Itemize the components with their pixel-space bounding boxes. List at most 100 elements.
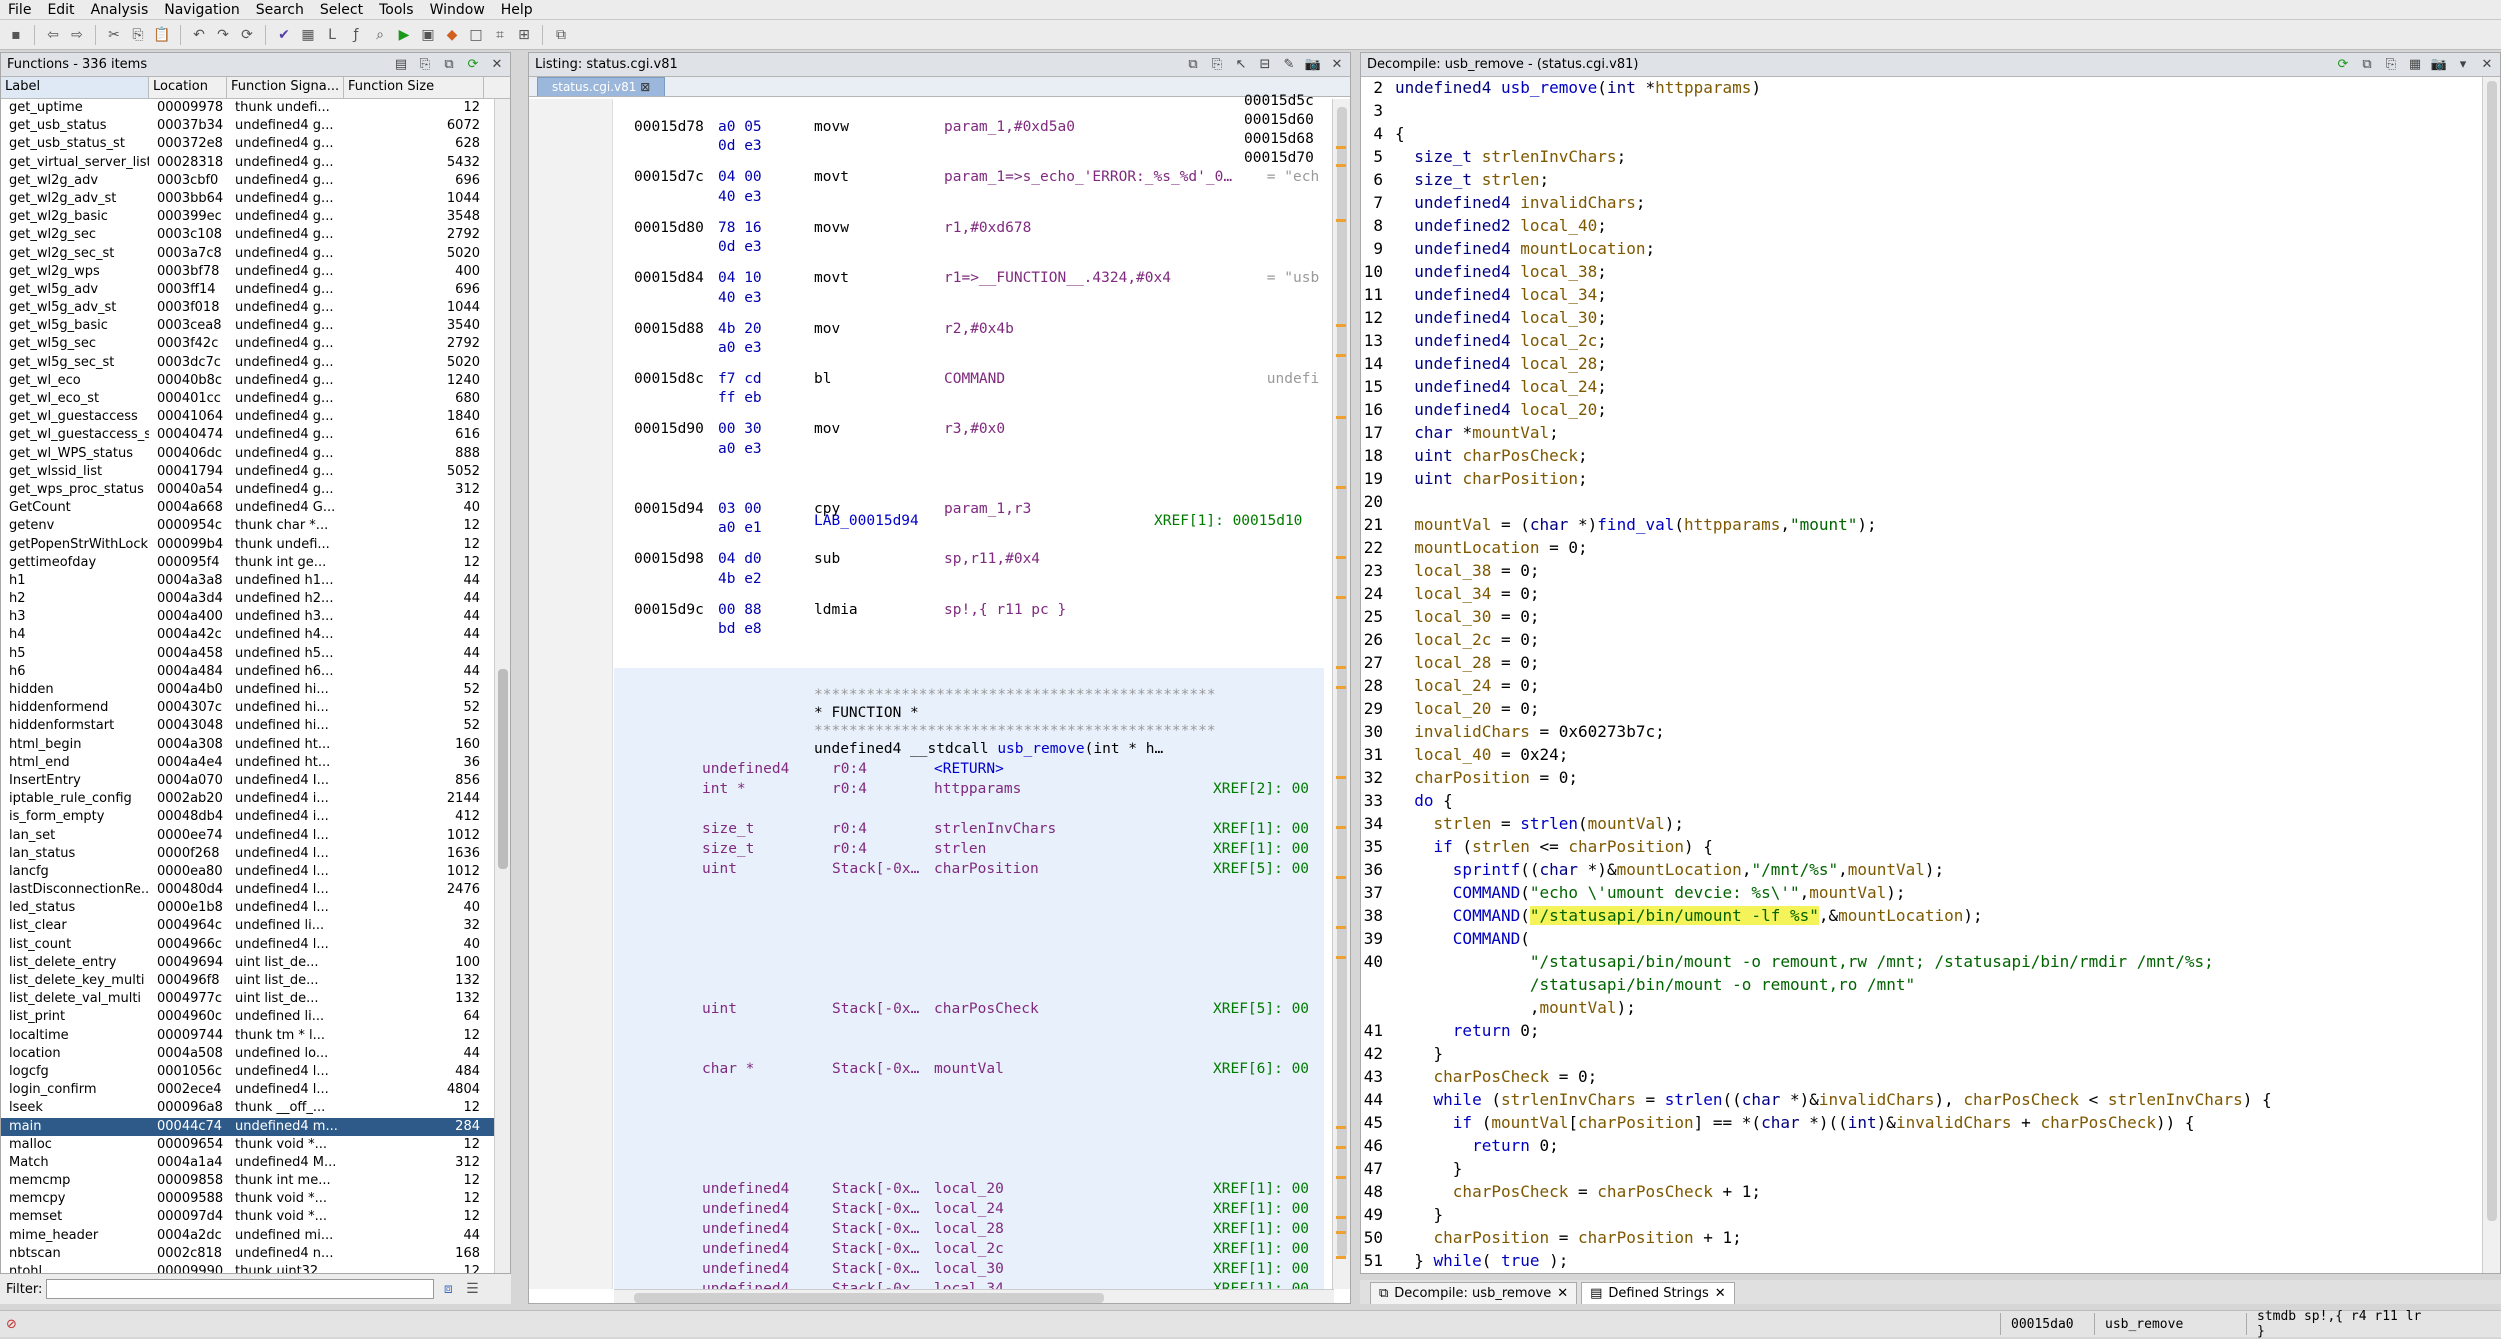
table-row[interactable]: get_virtual_server_list 00028318 undefined… (1, 154, 495, 172)
tree-icon[interactable]: ⊞ (514, 25, 534, 45)
export-icon[interactable]: ⎘ (2382, 55, 2400, 73)
table-row[interactable]: localtime 00009744 thunk tm * l... 12 (1, 1027, 495, 1045)
table-row[interactable]: lan_set 0000ee74 undefined4 l... 1012 (1, 827, 495, 845)
table-row[interactable]: getPopenStrWithLock 000099b4 thunk undefi.… (1, 536, 495, 554)
table-row[interactable]: get_wl_eco_st 000401cc undefined4 g... 680 (1, 390, 495, 408)
table-row[interactable]: h1 0004a3a8 undefined h1... 44 (1, 572, 495, 590)
table-row[interactable]: getenv 0000954c thunk char *... 12 (1, 517, 495, 535)
functions-scrollbar[interactable] (494, 99, 510, 1273)
refresh-icon[interactable]: ⟳ (464, 55, 482, 73)
paste-icon[interactable]: 📋 (152, 25, 172, 45)
column-size[interactable]: Function Size (344, 77, 484, 98)
table-row[interactable]: get_wl_eco 00040b8c undefined4 g... 1240 (1, 372, 495, 390)
code-line[interactable]: 46 return 0; (1361, 1135, 2481, 1157)
code-line[interactable]: 38 COMMAND("/statusapi/bin/umount -lf %s… (1361, 905, 2481, 927)
menu-help[interactable]: Help (493, 2, 541, 18)
filter-options-icon[interactable]: ⧈ (438, 1279, 458, 1299)
listing-hscrollbar[interactable] (614, 1289, 1334, 1303)
menu-edit[interactable]: Edit (39, 2, 82, 18)
code-line[interactable]: 16 undefined4 local_20; (1361, 399, 2481, 421)
cut-icon[interactable]: ✂ (104, 25, 124, 45)
table-row[interactable]: get_wl5g_basic 0003cea8 undefined4 g... 354… (1, 317, 495, 335)
run-icon[interactable]: ▶ (394, 25, 414, 45)
menu-select[interactable]: Select (312, 2, 371, 18)
code-line[interactable]: 9 undefined4 mountLocation; (1361, 238, 2481, 260)
code-line[interactable]: 8 undefined2 local_40; (1361, 215, 2481, 237)
table-row[interactable]: login_confirm 0002ece4 undefined4 l... 4804 (1, 1081, 495, 1099)
close-icon[interactable]: ✕ (1557, 1286, 1568, 1301)
table-row[interactable]: lancfg 0000ea80 undefined4 l... 1012 (1, 863, 495, 881)
table-row[interactable]: get_wl2g_sec_st 0003a7c8 undefined4 g... 50… (1, 245, 495, 263)
back-icon[interactable]: ⇦ (43, 25, 63, 45)
table-row[interactable]: list_delete_val_multi 0004977c uint list_d… (1, 990, 495, 1008)
snapshot-icon[interactable]: ⧉ (551, 25, 571, 45)
code-line[interactable]: 32 charPosition = 0; (1361, 767, 2481, 789)
table-row[interactable]: get_usb_status_st 000372e8 undefined4 g...… (1, 135, 495, 153)
code-line[interactable]: 7 undefined4 invalidChars; (1361, 192, 2481, 214)
listing-overview-bar[interactable] (1334, 76, 1348, 1266)
table-row[interactable]: ntohl 00009990 thunk uint32... 12 (1, 1263, 495, 1273)
table-row[interactable]: h6 0004a484 undefined h6... 44 (1, 663, 495, 681)
scrollbar-thumb[interactable] (498, 669, 508, 869)
code-line[interactable]: 4{ (1361, 123, 2481, 145)
table-row[interactable]: list_delete_key_multi 000496f8 uint list_d… (1, 972, 495, 990)
code-line[interactable]: 13 undefined4 local_2c; (1361, 330, 2481, 352)
code-line[interactable]: 35 if (strlen <= charPosition) { (1361, 836, 2481, 858)
tab-defined-strings[interactable]: ▤ Defined Strings ✕ (1581, 1282, 1735, 1304)
code-line[interactable]: 51 } while( true ); (1361, 1250, 2481, 1272)
table-row[interactable]: memcpy 00009588 thunk void *... 12 (1, 1190, 495, 1208)
settings-icon[interactable]: ☰ (462, 1279, 482, 1299)
bookmark-icon[interactable]: ◆ (442, 25, 462, 45)
table-row[interactable]: iptable_rule_config 0002ab20 undefined4 i.… (1, 790, 495, 808)
table-row[interactable]: list_count 0004966c undefined4 l... 40 (1, 936, 495, 954)
scrollbar-thumb[interactable] (634, 1293, 1104, 1303)
table-row[interactable]: led_status 0000e1b8 undefined4 l... 40 (1, 899, 495, 917)
table-row[interactable]: h5 0004a458 undefined h5... 44 (1, 645, 495, 663)
table-row[interactable]: hidden 0004a4b0 undefined hi... 52 (1, 681, 495, 699)
column-label[interactable]: Label (1, 77, 149, 98)
code-line[interactable]: 20 (1361, 491, 2481, 513)
table-row[interactable]: get_wl_guestaccess 00041064 undefined4 g..… (1, 408, 495, 426)
table-row[interactable]: Match 0004a1a4 undefined4 M... 312 (1, 1154, 495, 1172)
table-row[interactable]: gettimeofday 000095f4 thunk int ge... 12 (1, 554, 495, 572)
terminal-icon[interactable]: ▣ (418, 25, 438, 45)
table-row[interactable]: get_wl2g_basic 000399ec undefined4 g... 354… (1, 208, 495, 226)
table-row[interactable]: hiddenformend 0004307c undefined hi... 52 (1, 699, 495, 717)
layout-icon[interactable]: ⊟ (1256, 55, 1274, 73)
table-row[interactable]: memcmp 00009858 thunk int me... 12 (1, 1172, 495, 1190)
table-row[interactable]: get_wl5g_adv_st 0003f018 undefined4 g... 10… (1, 299, 495, 317)
menu-analysis[interactable]: Analysis (83, 2, 157, 18)
menu-window[interactable]: Window (422, 2, 493, 18)
scrollbar-thumb[interactable] (2487, 81, 2497, 1221)
copy-icon[interactable]: ⧉ (440, 55, 458, 73)
graph-icon[interactable]: ⌗ (490, 25, 510, 45)
table-row[interactable]: lastDisconnectionRe... 000480d4 undefined4… (1, 881, 495, 899)
code-line[interactable]: 17 char *mountVal; (1361, 422, 2481, 444)
menu-search[interactable]: Search (248, 2, 312, 18)
code-line[interactable]: 42 } (1361, 1043, 2481, 1065)
code-line[interactable]: 48 charPosCheck = charPosCheck + 1; (1361, 1181, 2481, 1203)
refresh-icon[interactable]: ⟳ (2334, 55, 2352, 73)
decompile-body[interactable]: 2 undefined4 usb_remove(int *httpparams) 3… (1361, 77, 2481, 1273)
close-icon[interactable]: ✕ (1328, 55, 1346, 73)
code-line[interactable]: 30 invalidChars = 0x60273b7c; (1361, 721, 2481, 743)
code-line[interactable]: 44 while (strlenInvChars = strlen((char … (1361, 1089, 2481, 1111)
code-line[interactable]: 14 undefined4 local_28; (1361, 353, 2481, 375)
close-icon[interactable]: ✕ (2478, 55, 2496, 73)
code-line[interactable]: 27 local_28 = 0; (1361, 652, 2481, 674)
code-line[interactable]: 22 mountLocation = 0; (1361, 537, 2481, 559)
code-line[interactable]: 50 charPosition = charPosition + 1; (1361, 1227, 2481, 1249)
code-line[interactable]: 49 } (1361, 1204, 2481, 1226)
close-icon[interactable]: ✕ (1715, 1286, 1726, 1301)
filter-input[interactable] (46, 1279, 435, 1299)
signature-name[interactable]: usb_remove (997, 741, 1084, 757)
code-line[interactable]: 29 local_20 = 0; (1361, 698, 2481, 720)
code-line[interactable]: 26 local_2c = 0; (1361, 629, 2481, 651)
copy-icon[interactable]: ⧉ (2358, 55, 2376, 73)
code-line[interactable]: 3 (1361, 100, 2481, 122)
table-row[interactable]: get_usb_status 00037b34 undefined4 g... 607… (1, 117, 495, 135)
table-row[interactable]: get_uptime 00009978 thunk undefi... 12 (1, 99, 495, 117)
code-line[interactable]: 18 uint charPosCheck; (1361, 445, 2481, 467)
table-row[interactable]: memset 000097d4 thunk void *... 12 (1, 1208, 495, 1226)
table-row[interactable]: h4 0004a42c undefined h4... 44 (1, 626, 495, 644)
